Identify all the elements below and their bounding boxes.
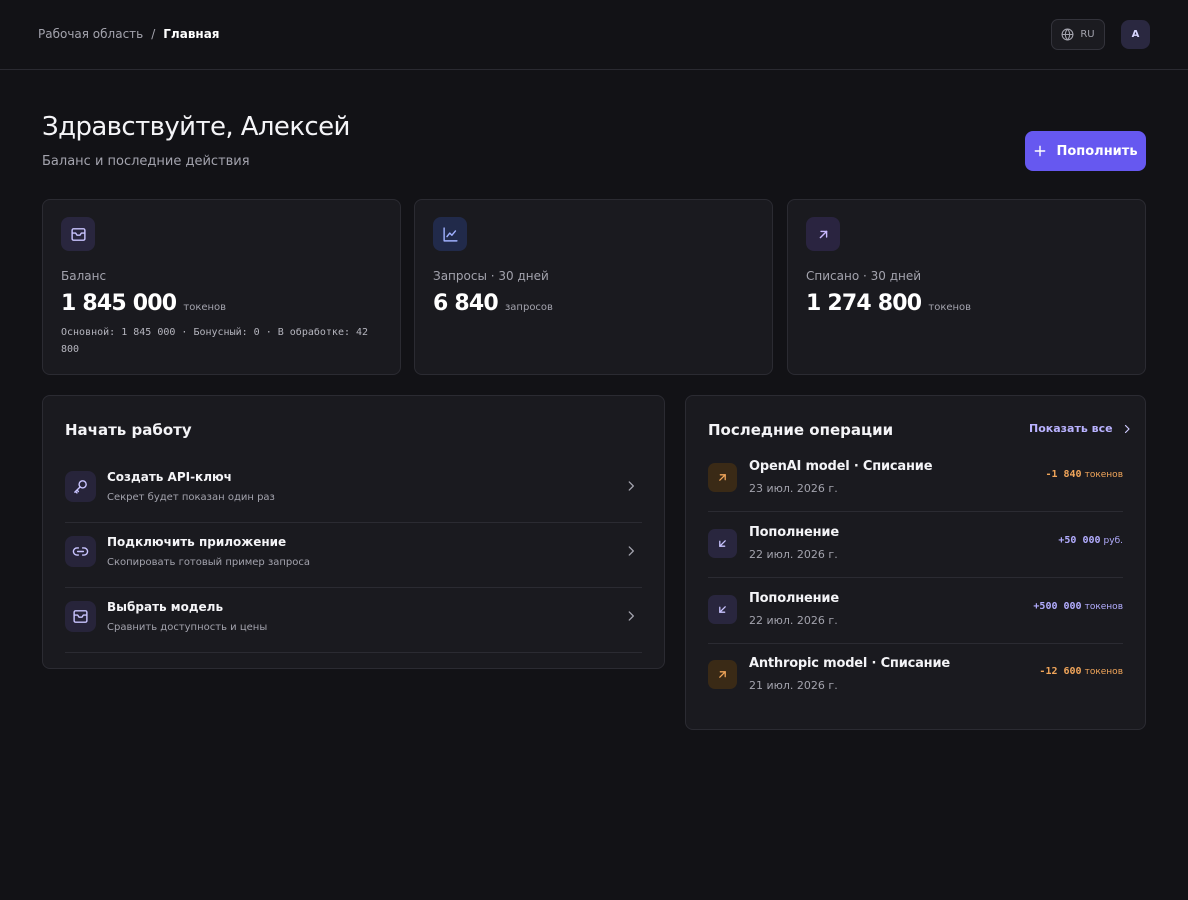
show-all-link[interactable]: Показать все bbox=[1029, 422, 1133, 435]
stat-value-row: 1 845 000 токенов bbox=[61, 291, 226, 316]
operation-icon-box bbox=[708, 595, 737, 624]
plus-icon bbox=[1035, 145, 1046, 157]
key-icon bbox=[74, 480, 87, 494]
action-choose-model[interactable]: Выбрать модель Сравнить доступность и це… bbox=[65, 588, 642, 653]
chevron-right-icon bbox=[628, 611, 634, 621]
stat-label: Списано · 30 дней bbox=[806, 269, 922, 283]
operation-amount: +50 000 руб. bbox=[1058, 535, 1123, 546]
chart-line-icon bbox=[442, 226, 458, 242]
balance-breakdown: Основной: 1 845 000 · Бонусный: 0 · В об… bbox=[61, 327, 369, 355]
breadcrumb-separator: / bbox=[151, 27, 156, 41]
globe-icon bbox=[1061, 28, 1074, 41]
page-subtitle: Баланс и последние действия bbox=[42, 154, 250, 169]
operation-date: 23 июл. 2026 г. bbox=[749, 482, 838, 495]
breadcrumb-current: Главная bbox=[163, 27, 220, 41]
operation-date: 22 июл. 2026 г. bbox=[749, 548, 838, 561]
arrow-up-right-icon bbox=[819, 230, 827, 238]
arrow-up-right-icon bbox=[719, 474, 726, 481]
stat-unit: токенов bbox=[928, 302, 972, 313]
stat-value-row: 6 840 запросов bbox=[433, 291, 553, 316]
operation-row[interactable]: Пополнение 22 июл. 2026 г. +50 000 руб. bbox=[708, 512, 1123, 578]
recent-operations-title: Последние операции bbox=[708, 421, 894, 439]
action-title: Подключить приложение bbox=[107, 535, 287, 549]
operation-title: Anthropic model · Списание bbox=[749, 656, 950, 671]
stat-card-requests: Запросы · 30 дней 6 840 запросов bbox=[414, 199, 773, 375]
top-up-button[interactable]: Пополнить bbox=[1025, 131, 1146, 171]
chevron-right-icon bbox=[1124, 424, 1130, 433]
getting-started-panel: Начать работу Создать API-ключ Секрет бу… bbox=[42, 395, 665, 669]
operation-amount: -12 600 токенов bbox=[1039, 666, 1123, 677]
operation-amount: -1 840 токенов bbox=[1045, 469, 1123, 480]
stat-value: 6 840 bbox=[433, 291, 499, 316]
action-create-api-key[interactable]: Создать API-ключ Секрет будет показан од… bbox=[65, 458, 642, 523]
arrow-up-right-icon bbox=[719, 671, 726, 678]
wallet-icon bbox=[70, 227, 86, 241]
operation-currency: руб. bbox=[1103, 536, 1123, 546]
show-all-label: Показать все bbox=[1029, 422, 1113, 435]
page-title: Здравствуйте, Алексей bbox=[42, 112, 350, 142]
language-button[interactable]: RU bbox=[1051, 19, 1105, 50]
action-description: Скопировать готовый пример запроса bbox=[107, 557, 311, 568]
stat-value-row: 1 274 800 токенов bbox=[806, 291, 971, 316]
action-icon-box bbox=[65, 471, 96, 502]
stat-card-balance: Баланс 1 845 000 токенов Основной: 1 845… bbox=[42, 199, 401, 375]
breadcrumb: Рабочая область / Главная bbox=[38, 27, 220, 41]
operation-amount-value: +500 000 bbox=[1033, 601, 1082, 612]
operation-icon-box bbox=[708, 529, 737, 558]
operation-row[interactable]: OpenAI model · Списание 23 июл. 2026 г. … bbox=[708, 446, 1123, 512]
breadcrumb-root[interactable]: Рабочая область bbox=[38, 27, 143, 41]
action-title: Выбрать модель bbox=[107, 600, 224, 614]
stat-value: 1 845 000 bbox=[61, 291, 177, 316]
stat-value: 1 274 800 bbox=[806, 291, 922, 316]
operation-currency: токенов bbox=[1084, 602, 1123, 612]
operation-amount: +500 000 токенов bbox=[1033, 601, 1123, 612]
operation-row[interactable]: Anthropic model · Списание 21 июл. 2026 … bbox=[708, 643, 1123, 709]
chevron-right-icon bbox=[628, 481, 634, 491]
stat-unit: запросов bbox=[504, 302, 553, 313]
action-connect-app[interactable]: Подключить приложение Скопировать готовы… bbox=[65, 523, 642, 588]
getting-started-title: Начать работу bbox=[65, 421, 192, 439]
stat-icon-box bbox=[806, 217, 840, 251]
operation-date: 21 июл. 2026 г. bbox=[749, 679, 838, 692]
action-description: Секрет будет показан один раз bbox=[107, 492, 275, 503]
operation-icon-box bbox=[708, 660, 737, 689]
operation-row[interactable]: Пополнение 22 июл. 2026 г. +500 000 токен… bbox=[708, 578, 1123, 644]
recent-operations-panel: Последние операции Показать все OpenAI m… bbox=[685, 395, 1146, 730]
top-bar: Рабочая область / Главная RU A bbox=[0, 0, 1188, 70]
operation-currency: токенов bbox=[1084, 470, 1123, 480]
top-up-label: Пополнить bbox=[1056, 143, 1138, 159]
operation-icon-box bbox=[708, 463, 737, 492]
operation-amount-value: +50 000 bbox=[1058, 535, 1101, 546]
operation-title: OpenAI model · Списание bbox=[749, 459, 933, 474]
arrow-down-left-icon bbox=[719, 540, 726, 547]
chevron-right-icon bbox=[628, 546, 634, 556]
stat-icon-box bbox=[61, 217, 95, 251]
stat-label: Запросы · 30 дней bbox=[433, 269, 549, 283]
action-title: Создать API-ключ bbox=[107, 470, 232, 484]
stat-card-spent: Списано · 30 дней 1 274 800 токенов bbox=[787, 199, 1146, 375]
action-description: Сравнить доступность и цены bbox=[107, 622, 268, 633]
action-icon-box bbox=[65, 601, 96, 632]
operation-title: Пополнение bbox=[749, 525, 839, 540]
stat-label: Баланс bbox=[61, 269, 107, 283]
stat-unit: токенов bbox=[183, 302, 227, 313]
stat-icon-box bbox=[433, 217, 467, 251]
action-icon-box bbox=[65, 536, 96, 567]
box-icon bbox=[73, 610, 88, 623]
link-icon bbox=[72, 547, 89, 556]
operation-amount-value: -1 840 bbox=[1045, 469, 1082, 480]
arrow-down-left-icon bbox=[719, 606, 726, 613]
operation-amount-value: -12 600 bbox=[1039, 666, 1082, 677]
operation-date: 22 июл. 2026 г. bbox=[749, 614, 838, 627]
avatar[interactable]: A bbox=[1121, 20, 1150, 49]
language-label: RU bbox=[1080, 29, 1095, 40]
operation-currency: токенов bbox=[1084, 667, 1123, 677]
operation-title: Пополнение bbox=[749, 591, 839, 606]
